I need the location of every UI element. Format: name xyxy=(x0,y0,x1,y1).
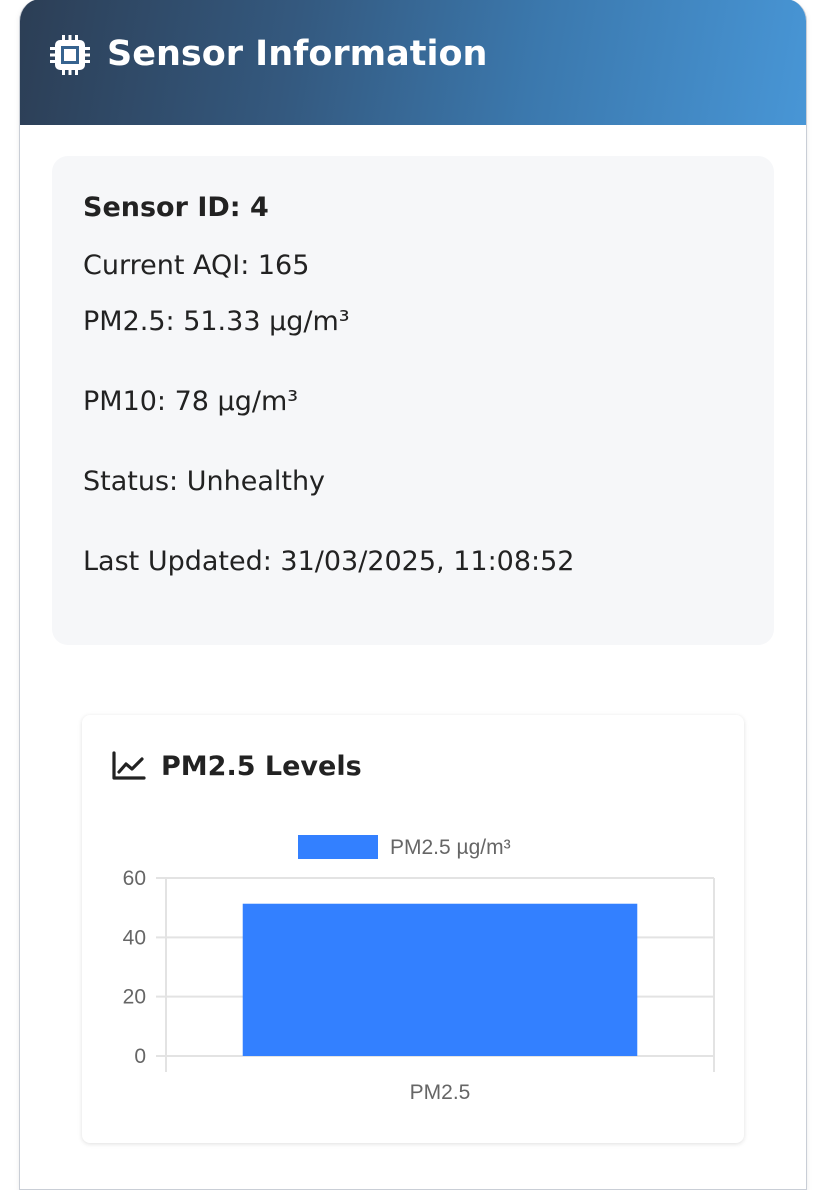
status-text: Status: Unhealthy xyxy=(83,466,326,497)
x-tick-label: PM2.5 xyxy=(410,1081,471,1104)
last-updated: Last Updated: 31/03/2025, 11:08:52 xyxy=(83,546,575,577)
chart-card: PM2.5 Levels PM2.5 µg/m³ 0 20 40 60 PM2.5 xyxy=(82,715,744,1143)
chip-icon xyxy=(50,35,90,75)
sensor-info-panel: Sensor Information Sensor ID: 4 Current … xyxy=(19,0,807,1190)
sensor-id: Sensor ID: 4 xyxy=(83,192,269,223)
legend-label: PM2.5 µg/m³ xyxy=(390,836,511,859)
y-tick-label: 0 xyxy=(134,1045,146,1068)
panel-title: Sensor Information xyxy=(107,34,488,74)
y-tick-label: 40 xyxy=(123,926,146,949)
y-tick-label: 20 xyxy=(123,986,146,1009)
bar-pm25[interactable] xyxy=(242,903,638,1056)
pm25-reading: PM2.5: 51.33 µg/m³ xyxy=(83,306,350,337)
pm25-bar-chart: PM2.5 µg/m³ 0 20 40 60 PM2.5 xyxy=(123,835,715,1104)
y-tick-label: 60 xyxy=(123,867,146,890)
sensor-details: Sensor ID: 4 Current AQI: 165 PM2.5: 51.… xyxy=(52,156,774,645)
pm10-reading: PM10: 78 µg/m³ xyxy=(83,386,299,417)
current-aqi: Current AQI: 165 xyxy=(83,250,310,281)
legend-swatch[interactable] xyxy=(298,835,378,859)
panel-header: Sensor Information xyxy=(20,0,806,125)
